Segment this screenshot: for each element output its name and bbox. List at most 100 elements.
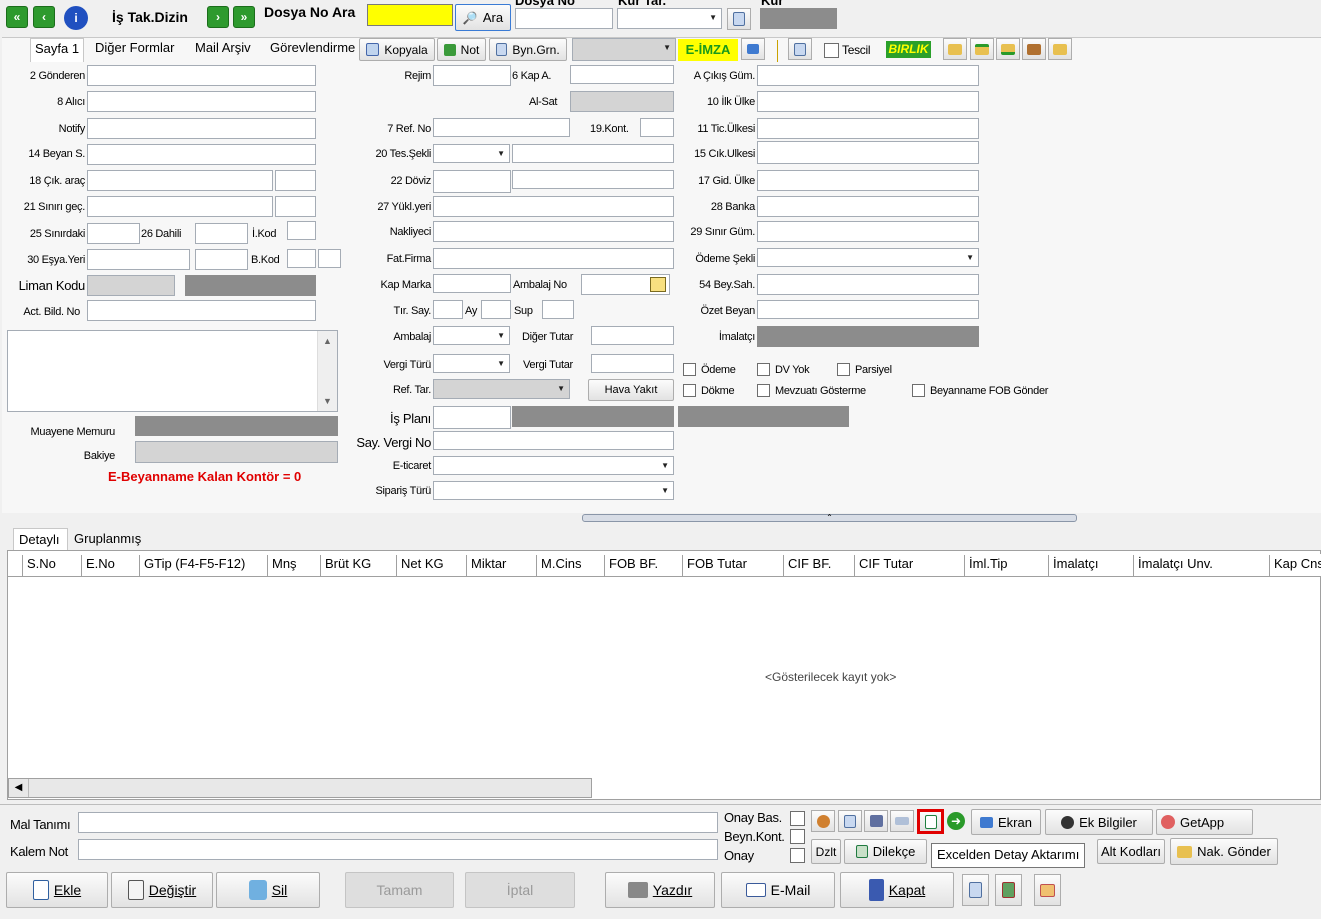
ara-button[interactable]: 🔎 Ara: [455, 4, 511, 31]
col-mns[interactable]: Mnş: [267, 555, 320, 576]
vergi-tutar-input[interactable]: [591, 354, 674, 373]
byn-grn-button[interactable]: Byn.Grn.: [489, 38, 567, 61]
gid-ulke-input[interactable]: [757, 170, 979, 191]
tab-sayfa-1[interactable]: Sayfa 1: [30, 38, 85, 62]
cik-ulkesi-input[interactable]: [757, 141, 979, 164]
col-fob-bf[interactable]: FOB BF.: [604, 555, 682, 576]
fat-firma-input[interactable]: [433, 248, 674, 269]
nakliyeci-input[interactable]: [433, 221, 674, 242]
report-edit-icon[interactable]: [995, 874, 1022, 906]
act-bild-no-input[interactable]: [87, 300, 316, 321]
grid-hscrollbar[interactable]: ◀: [8, 778, 592, 798]
sinir-gec-input[interactable]: [87, 196, 273, 217]
ref-tar-select[interactable]: [433, 379, 570, 399]
esya-yeri-input[interactable]: [87, 249, 190, 270]
say-vergi-no-input[interactable]: [433, 431, 674, 450]
calendar-icon[interactable]: [727, 8, 751, 30]
col-brut-kg[interactable]: Brüt KG: [320, 555, 396, 576]
dokme-checkbox[interactable]: [683, 384, 696, 397]
tes-sekli-desc-input[interactable]: [512, 144, 674, 163]
tab-mail-arsiv[interactable]: Mail Arşiv: [191, 38, 255, 62]
beyan-s-input[interactable]: [87, 144, 316, 165]
doviz-input[interactable]: [433, 170, 511, 193]
notes-textarea[interactable]: ▲ ▼: [7, 330, 338, 412]
fob-gonder-checkbox[interactable]: [912, 384, 925, 397]
first-record-button[interactable]: «: [6, 6, 28, 28]
mal-tanimi-input[interactable]: [78, 812, 718, 833]
last-record-button[interactable]: »: [233, 6, 255, 28]
odeme-checkbox[interactable]: [683, 363, 696, 376]
col-m-cins[interactable]: M.Cins: [536, 555, 604, 576]
beyn-kont-checkbox[interactable]: [790, 829, 805, 844]
i-kod-input[interactable]: [287, 221, 316, 240]
kap-marka-input[interactable]: [433, 274, 511, 293]
notes-scrollbar[interactable]: ▲ ▼: [317, 331, 337, 411]
cikis-gum-input[interactable]: [757, 65, 979, 86]
keyboard-icon[interactable]: [890, 810, 914, 832]
kap-a-input[interactable]: [570, 65, 674, 84]
hava-yakit-button[interactable]: Hava Yakıt: [588, 379, 674, 401]
sil-button[interactable]: Sil: [216, 872, 320, 908]
yukl-yeri-input[interactable]: [433, 196, 674, 217]
onay-checkbox[interactable]: [790, 848, 805, 863]
degistir-button[interactable]: Değiştir: [111, 872, 213, 908]
dosya-no-input[interactable]: [515, 8, 613, 29]
e-ticaret-select[interactable]: [433, 456, 674, 475]
nak-gonder-button[interactable]: Nak. Gönder: [1170, 838, 1278, 865]
tab-diger-formlar[interactable]: Diğer Formlar: [91, 38, 178, 62]
collapse-splitter[interactable]: ⌃: [582, 514, 1077, 522]
is-tak-dizin-label[interactable]: İş Tak.Dizin: [112, 9, 188, 25]
col-iml-tip[interactable]: İml.Tip: [964, 555, 1048, 576]
monitor-icon[interactable]: [741, 38, 765, 60]
col-imalatci-unv[interactable]: İmalatçı Unv.: [1133, 555, 1269, 576]
tescil-checkbox[interactable]: [824, 43, 839, 58]
prev-record-button[interactable]: ‹: [33, 6, 55, 28]
folder-down-icon[interactable]: [996, 38, 1020, 60]
tic-ulkesi-input[interactable]: [757, 118, 979, 139]
kopyala-button[interactable]: Kopyala: [359, 38, 435, 61]
kont-input[interactable]: [640, 118, 674, 137]
folder-open-icon[interactable]: [943, 38, 967, 60]
iptal-button[interactable]: İptal: [465, 872, 575, 908]
col-s-no[interactable]: S.No: [22, 555, 81, 576]
banka-input[interactable]: [757, 196, 979, 217]
is-plani-input[interactable]: [433, 406, 511, 429]
report-icon[interactable]: [962, 874, 989, 906]
esya-yeri-code-input[interactable]: [195, 249, 248, 270]
odeme-sekli-select[interactable]: [757, 248, 979, 267]
detail-grid[interactable]: [7, 550, 1321, 800]
print-icon[interactable]: [864, 810, 888, 832]
gonderen-input[interactable]: [87, 65, 316, 86]
col-cif-bf[interactable]: CIF BF.: [783, 555, 854, 576]
cik-arac-input[interactable]: [87, 170, 273, 191]
col-kap-cns[interactable]: Kap Cns: [1269, 555, 1321, 576]
tab-detayli[interactable]: Detaylı: [13, 528, 68, 550]
excel-import-button[interactable]: [917, 809, 944, 834]
sinir-gum-input[interactable]: [757, 221, 979, 242]
getapp-button[interactable]: GetApp: [1156, 809, 1253, 835]
e-imza-button[interactable]: E-İMZA: [678, 39, 738, 61]
preview-icon[interactable]: [788, 38, 812, 60]
ozet-beyan-input[interactable]: [757, 300, 979, 319]
kapat-button[interactable]: Kapat: [840, 872, 954, 908]
tir-say-input[interactable]: [433, 300, 463, 319]
dilekce-button[interactable]: Dilekçe: [844, 839, 927, 864]
siparis-turu-select[interactable]: [433, 481, 674, 500]
col-imalatci[interactable]: İmalatçı: [1048, 555, 1133, 576]
mevzuati-gosterme-checkbox[interactable]: [757, 384, 770, 397]
col-e-no[interactable]: E.No: [81, 555, 139, 576]
birlik-button[interactable]: BIRLIK: [886, 41, 931, 58]
bey-sah-input[interactable]: [757, 274, 979, 295]
dzlt-button[interactable]: Dzlt: [811, 839, 841, 864]
tab-gorevlendirme[interactable]: Görevlendirme: [266, 38, 356, 62]
list-icon[interactable]: [838, 810, 862, 832]
dosya-no-ara-input[interactable]: [367, 4, 453, 26]
sinirdaki-input[interactable]: [87, 223, 140, 244]
col-miktar[interactable]: Miktar: [466, 555, 536, 576]
col-cif-tutar[interactable]: CIF Tutar: [854, 555, 964, 576]
cik-arac-code-input[interactable]: [275, 170, 316, 191]
ek-bilgiler-button[interactable]: Ek Bilgiler: [1045, 809, 1153, 835]
rejim-input[interactable]: [433, 65, 511, 86]
doviz-desc-input[interactable]: [512, 170, 674, 189]
sinir-gec-code-input[interactable]: [275, 196, 316, 217]
